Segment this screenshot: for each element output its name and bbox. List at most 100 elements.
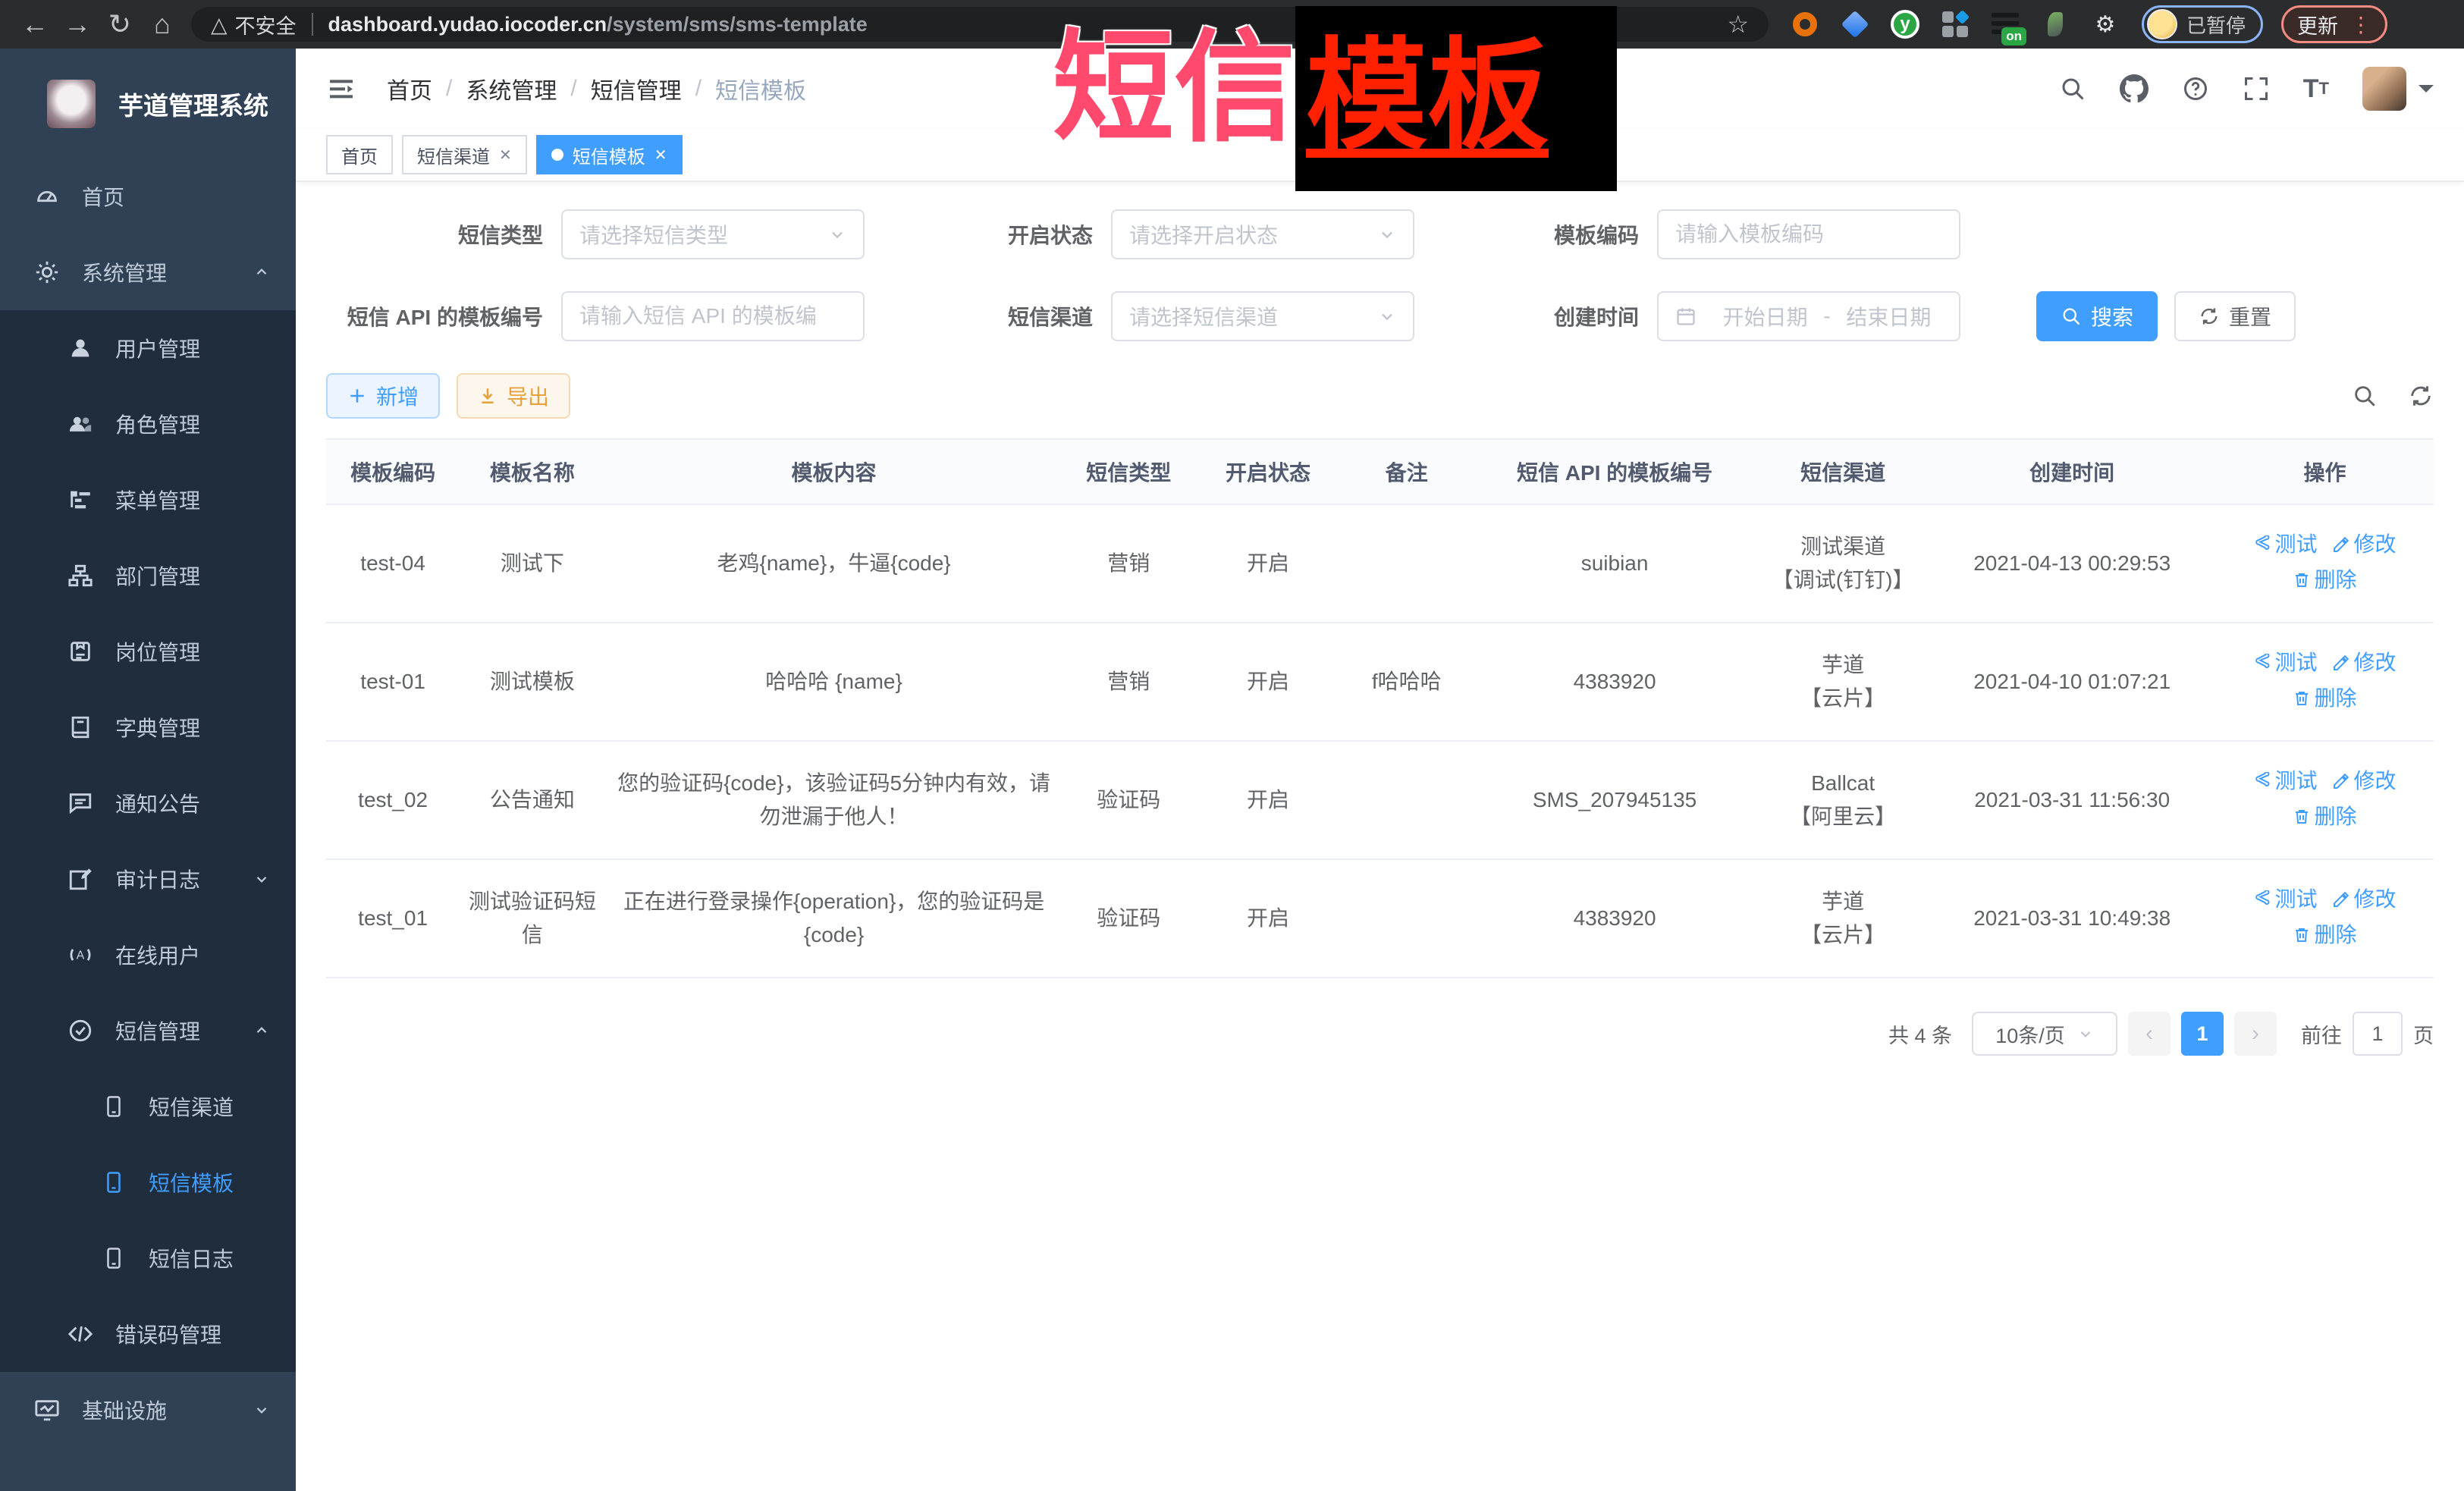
insecure-warning-icon: △ (211, 12, 228, 37)
modify-link[interactable]: 修改 (2332, 528, 2396, 561)
breadcrumb-item[interactable]: 短信管理 (591, 72, 682, 105)
sidebar-item-online-users[interactable]: A 在线用户 (0, 917, 296, 993)
sidebar-item-sms[interactable]: 短信管理 (0, 993, 296, 1069)
breadcrumb-item[interactable]: 首页 (387, 72, 432, 105)
table-search-toggle-icon[interactable] (2352, 383, 2378, 409)
status-select[interactable]: 请选择开启状态 (1111, 209, 1414, 259)
sidebar-item-system[interactable]: 系统管理 (0, 234, 296, 310)
sidebar-item-posts[interactable]: 岗位管理 (0, 614, 296, 689)
date-range-picker[interactable]: 开始日期 - 结束日期 (1657, 291, 1960, 341)
reload-icon[interactable]: ↻ (99, 8, 141, 40)
cell-type: 验证码 (1063, 859, 1194, 978)
calendar-icon (1675, 306, 1697, 327)
sidebar-item-users[interactable]: 用户管理 (0, 310, 296, 386)
sidebar-item-error-codes[interactable]: 错误码管理 (0, 1296, 296, 1372)
add-button[interactable]: 新增 (326, 373, 440, 419)
browser-update-button[interactable]: 更新 ⋮ (2281, 5, 2387, 43)
col-header: 模板内容 (605, 439, 1063, 504)
table-row: test_02公告通知您的验证码{code}，该验证码5分钟内有效，请勿泄漏于他… (326, 741, 2434, 859)
collapse-sidebar-icon[interactable] (326, 74, 356, 104)
export-button-label: 导出 (507, 381, 549, 411)
prev-page-button[interactable]: ‹ (2128, 1012, 2171, 1056)
tag-sms-template[interactable]: 短信模板 ✕ (536, 135, 683, 174)
user-avatar[interactable] (2362, 67, 2434, 111)
sidebar-item-menus[interactable]: 菜单管理 (0, 462, 296, 538)
search-icon[interactable] (2059, 75, 2086, 102)
modify-link[interactable]: 修改 (2332, 646, 2396, 680)
sidebar-item-notices[interactable]: 通知公告 (0, 765, 296, 841)
delete-link[interactable]: 删除 (2293, 682, 2356, 715)
bookmark-star-icon[interactable]: ☆ (1727, 10, 1749, 39)
browser-profile-chip[interactable]: 已暂停 (2142, 5, 2263, 43)
end-date-placeholder[interactable]: 结束日期 (1835, 301, 1942, 331)
total-count: 共 4 条 (1888, 1019, 1952, 1049)
test-link[interactable]: 测试 (2253, 528, 2317, 561)
extension-icon[interactable]: on (1990, 9, 2020, 39)
chevron-down-icon (253, 1402, 270, 1418)
tag-home[interactable]: 首页 (326, 135, 393, 174)
extension-icon[interactable] (2040, 9, 2070, 39)
home-icon[interactable]: ⌂ (141, 8, 184, 40)
table-refresh-icon[interactable] (2408, 383, 2434, 409)
extension-icon[interactable] (1940, 9, 1970, 39)
placeholder: 请选择短信类型 (579, 219, 728, 250)
sidebar-item-dictionary[interactable]: 字典管理 (0, 689, 296, 765)
badge-icon (65, 639, 96, 664)
sidebar-item-sms-log[interactable]: 短信日志 (0, 1220, 296, 1296)
test-link-label: 测试 (2274, 883, 2317, 916)
delete-link-label: 删除 (2314, 918, 2356, 952)
sidebar-item-home[interactable]: 首页 (0, 159, 296, 234)
modify-link[interactable]: 修改 (2332, 883, 2396, 916)
col-header: 备注 (1342, 439, 1471, 504)
sidebar-item-infrastructure[interactable]: 基础设施 (0, 1372, 296, 1448)
cell-type: 营销 (1063, 504, 1194, 623)
next-page-button[interactable]: › (2234, 1012, 2277, 1056)
close-icon[interactable]: ✕ (499, 146, 512, 165)
sidebar-item-sms-channel[interactable]: 短信渠道 (0, 1069, 296, 1144)
browser-menu-icon[interactable]: ⋮ (2350, 12, 2371, 37)
test-link[interactable]: 测试 (2253, 646, 2317, 680)
delete-link[interactable]: 删除 (2293, 918, 2356, 952)
forward-icon[interactable]: → (56, 8, 99, 40)
api-template-id-input[interactable] (579, 304, 846, 328)
sidebar-item-audit-log[interactable]: 审计日志 (0, 841, 296, 917)
test-link[interactable]: 测试 (2253, 764, 2317, 798)
sidebar-item-sms-template[interactable]: 短信模板 (0, 1144, 296, 1220)
page-size-select[interactable]: 10条/页 (1972, 1012, 2117, 1056)
extension-icon[interactable] (1790, 9, 1820, 39)
col-header: 创建时间 (1928, 439, 2216, 504)
sidebar-item-label: 基础设施 (82, 1395, 167, 1425)
template-code-input[interactable] (1675, 222, 1942, 246)
delete-link[interactable]: 删除 (2293, 563, 2356, 597)
breadcrumb-item[interactable]: 系统管理 (466, 72, 557, 105)
tag-sms-channel[interactable]: 短信渠道 ✕ (402, 135, 527, 174)
address-bar[interactable]: △ 不安全 dashboard.yudao.iocoder.cn/system/… (191, 7, 1769, 42)
github-icon[interactable] (2120, 74, 2149, 103)
start-date-placeholder[interactable]: 开始日期 (1712, 301, 1819, 331)
delete-link[interactable]: 删除 (2293, 800, 2356, 833)
test-link[interactable]: 测试 (2253, 883, 2317, 916)
sms-type-select[interactable]: 请选择短信类型 (561, 209, 865, 259)
search-button[interactable]: 搜索 (2036, 291, 2158, 341)
tree-list-icon (65, 487, 96, 513)
reset-button[interactable]: 重置 (2174, 291, 2296, 341)
extension-icon[interactable]: y (1890, 9, 1920, 39)
close-icon[interactable]: ✕ (654, 146, 667, 165)
channel-select[interactable]: 请选择短信渠道 (1111, 291, 1414, 341)
sidebar-item-roles[interactable]: 角色管理 (0, 386, 296, 462)
back-icon[interactable]: ← (14, 8, 56, 40)
fullscreen-icon[interactable] (2243, 75, 2270, 102)
font-size-icon[interactable]: TT (2303, 74, 2329, 104)
app-title: 芋道管理系统 (118, 86, 268, 122)
sidebar-item-departments[interactable]: 部门管理 (0, 538, 296, 614)
placeholder: 请选择开启状态 (1129, 219, 1278, 250)
current-page-button[interactable]: 1 (2181, 1012, 2224, 1056)
col-header: 开启状态 (1194, 439, 1342, 504)
extension-icon[interactable] (1840, 9, 1870, 39)
tag-label: 首页 (341, 142, 378, 168)
help-icon[interactable] (2182, 75, 2209, 102)
modify-link[interactable]: 修改 (2332, 764, 2396, 798)
export-button[interactable]: 导出 (457, 373, 570, 419)
goto-page-input[interactable] (2353, 1012, 2403, 1056)
extensions-puzzle-icon[interactable]: ⚙ (2090, 9, 2120, 39)
